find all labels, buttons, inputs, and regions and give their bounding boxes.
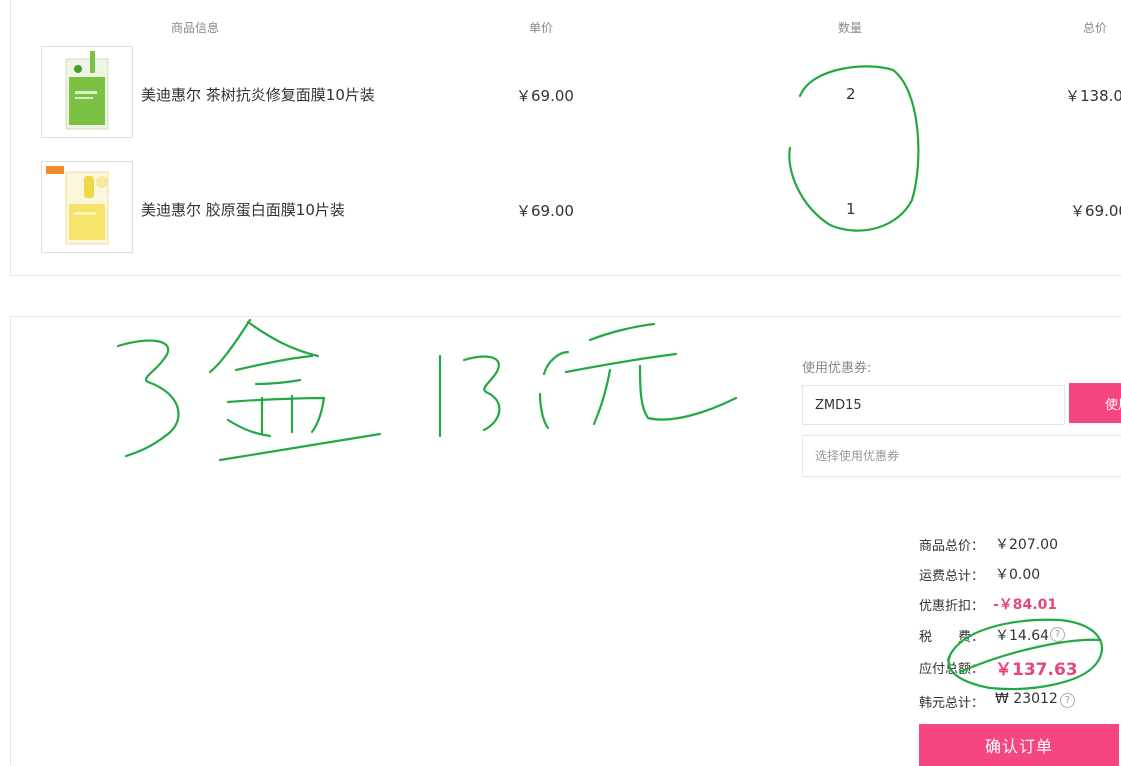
unit-price: ￥69.00: [516, 87, 574, 105]
coupon-select[interactable]: 选择使用优惠券: [802, 435, 1121, 477]
product-thumbnail[interactable]: [41, 46, 133, 138]
row-total: ￥138.00: [1065, 87, 1121, 105]
quantity-value[interactable]: 1: [846, 200, 856, 218]
shipping-label: 运费总计：: [919, 569, 985, 584]
confirm-order-button[interactable]: 确认订单: [919, 724, 1119, 766]
krw-total-label: 韩元总计：: [919, 696, 985, 711]
goods-total-value: ￥207.00: [995, 537, 1058, 553]
coupon-label: 使用优惠券:: [802, 361, 872, 376]
product-name[interactable]: 美迪惠尔 茶树抗炎修复面膜10片装: [141, 84, 375, 105]
payable-value: ￥137.63: [995, 660, 1078, 680]
payable-label: 应付总额：: [919, 662, 985, 677]
tea-tree-mask-image: [65, 51, 109, 130]
discount-value: -￥84.01: [993, 597, 1058, 613]
tax-value: ￥14.64: [995, 628, 1050, 644]
krw-total-value: ₩ 23012: [995, 691, 1058, 707]
unit-price: ￥69.00: [516, 202, 574, 220]
row-total: ￥69.00: [1070, 202, 1121, 220]
collagen-mask-image: [46, 166, 109, 245]
product-list: [10, 0, 1121, 276]
krw-help-icon[interactable]: ?: [1060, 693, 1075, 708]
tax-label: 税 费：: [919, 630, 985, 645]
tax-help-icon[interactable]: ?: [1050, 627, 1065, 642]
quantity-value[interactable]: 2: [846, 85, 856, 103]
product-name[interactable]: 美迪惠尔 胶原蛋白面膜10片装: [141, 199, 345, 220]
shipping-value: ￥0.00: [995, 567, 1041, 583]
product-thumbnail[interactable]: [41, 161, 133, 253]
discount-label: 优惠折扣：: [919, 599, 985, 614]
use-coupon-button[interactable]: 使用: [1069, 383, 1121, 423]
goods-total-label: 商品总价：: [919, 539, 985, 554]
coupon-code-input[interactable]: [802, 385, 1065, 425]
